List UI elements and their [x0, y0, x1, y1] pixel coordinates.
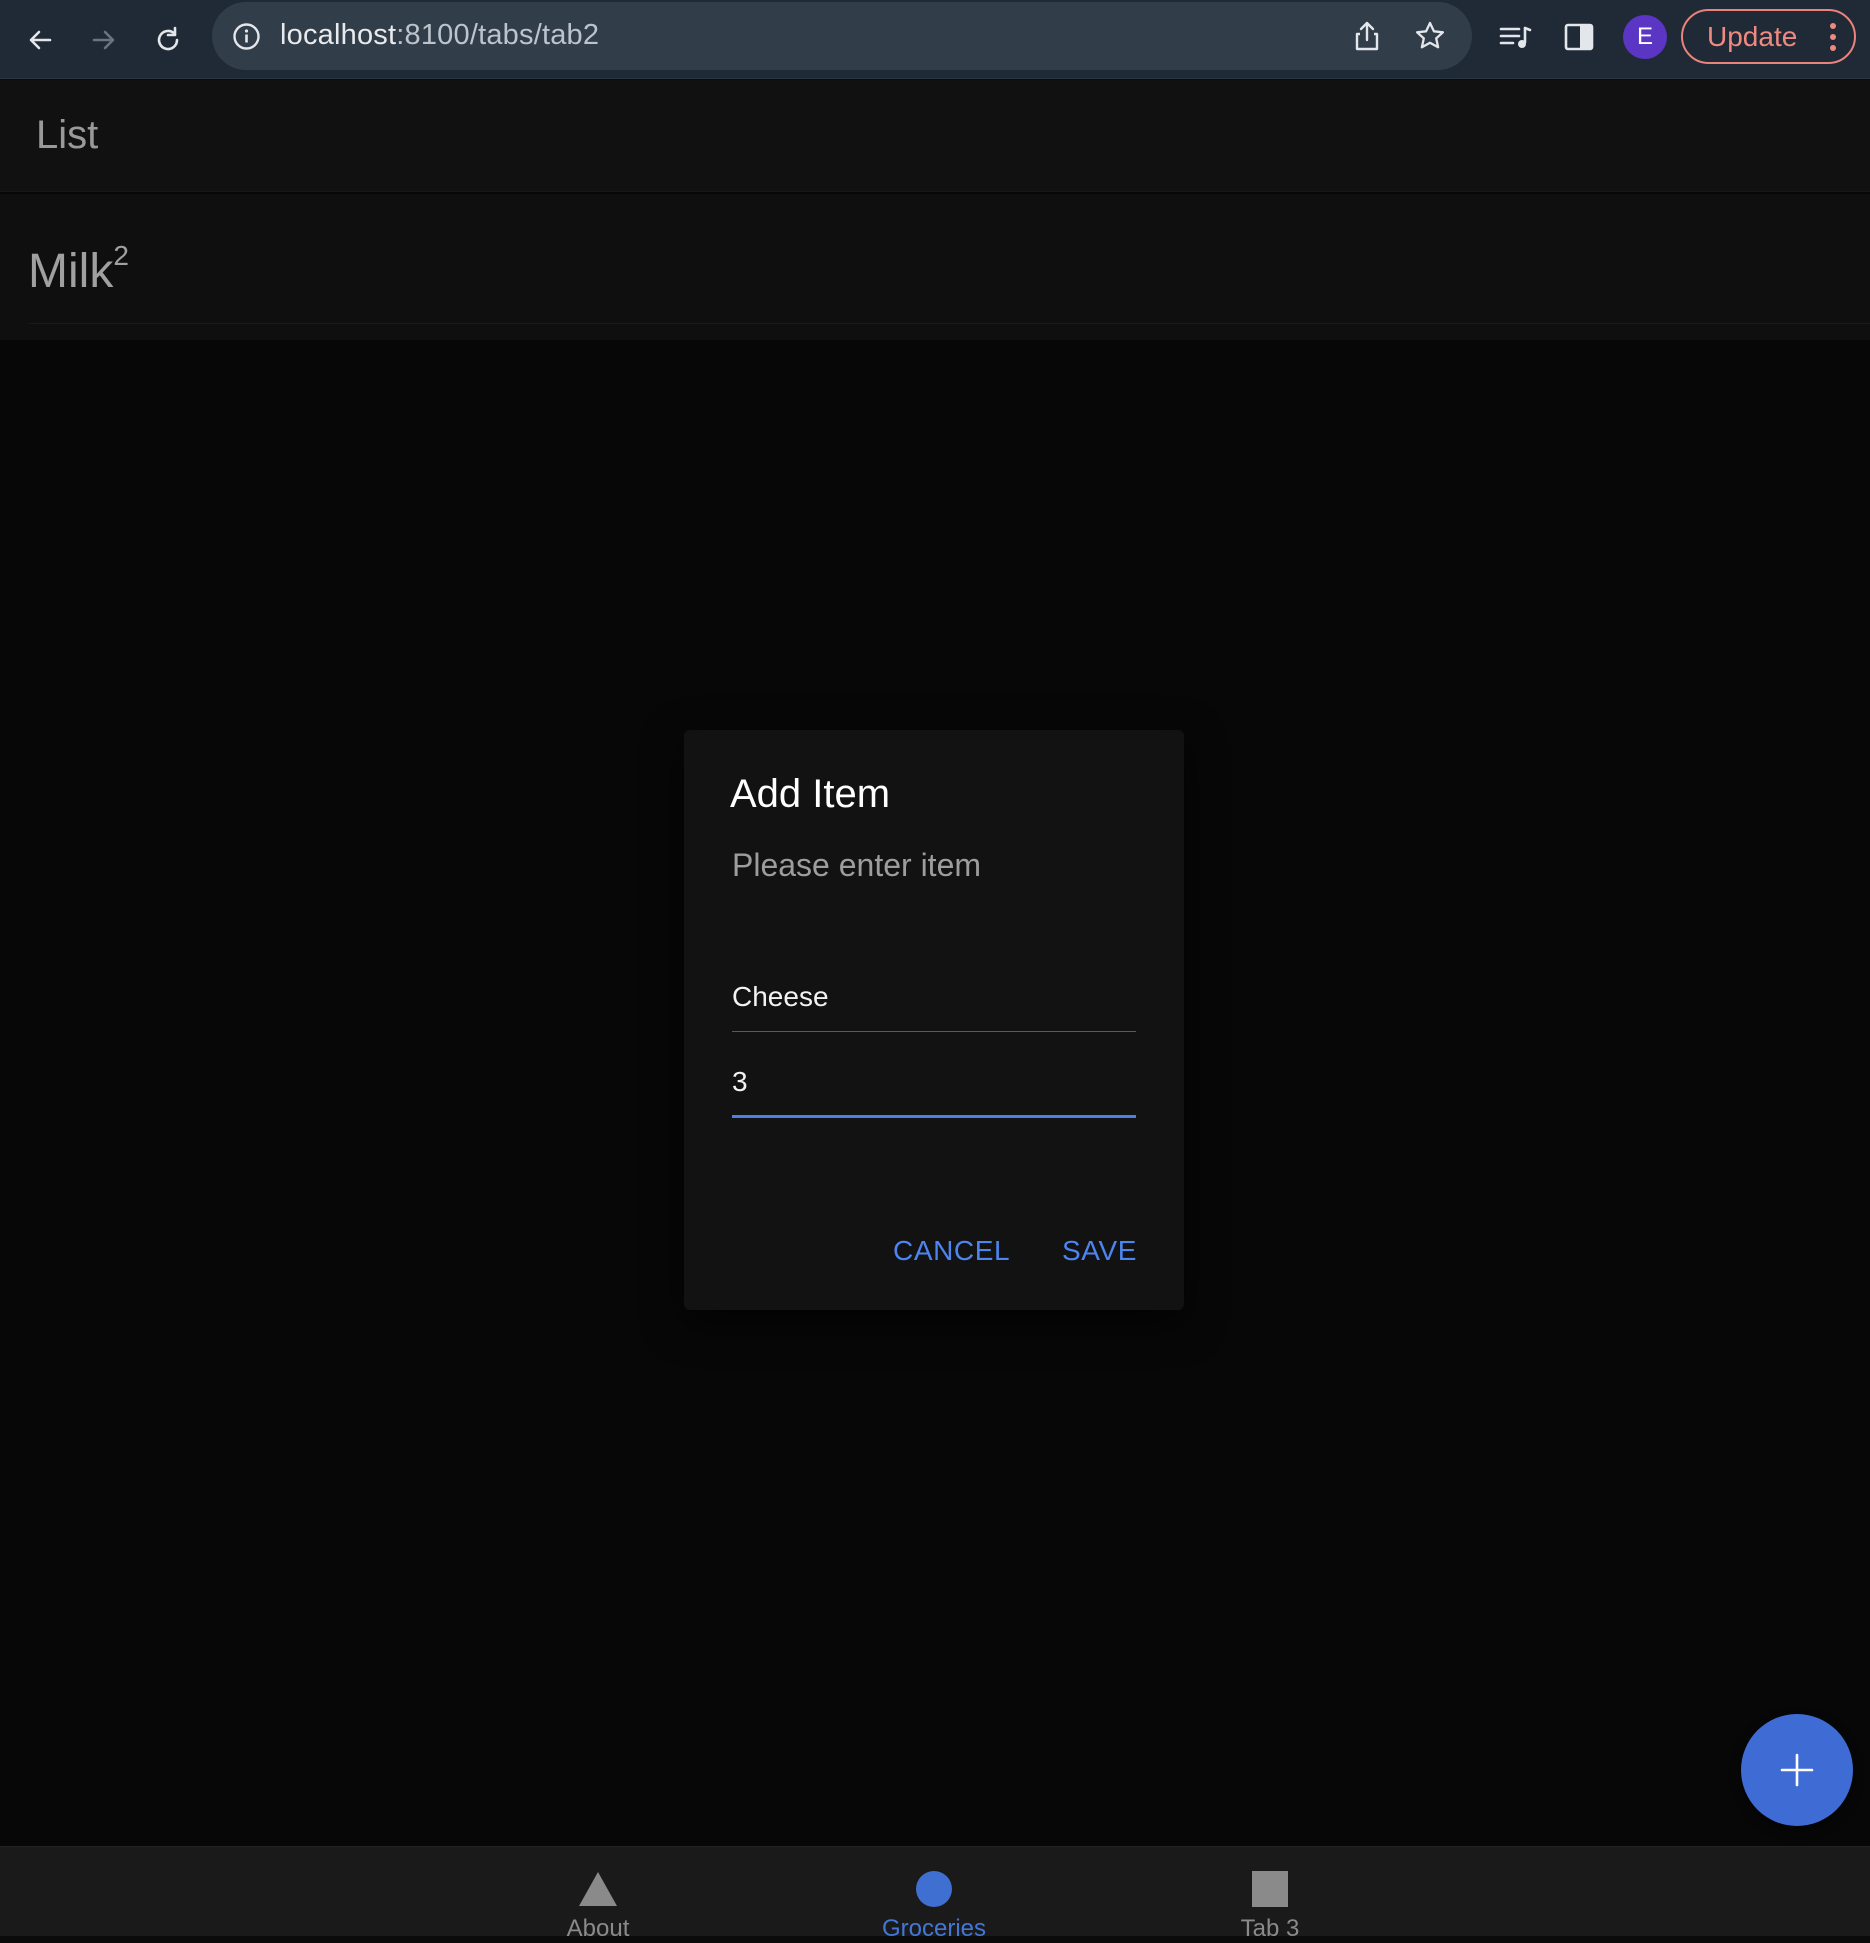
- arrow-right-icon: [92, 30, 115, 50]
- ellipse-icon: [916, 1871, 952, 1907]
- cancel-button[interactable]: CANCEL: [893, 1235, 1010, 1267]
- save-button[interactable]: SAVE: [1062, 1235, 1137, 1267]
- forward-button[interactable]: [78, 14, 130, 66]
- url-path: :8100/tabs/tab2: [396, 19, 600, 51]
- add-item-fab[interactable]: [1741, 1714, 1853, 1826]
- reload-icon: [157, 26, 179, 51]
- tab-label: Tab 3: [1240, 1915, 1300, 1942]
- tab-label: About: [566, 1915, 630, 1942]
- address-bar[interactable]: localhost:8100/tabs/tab2: [212, 2, 1472, 70]
- tab-groceries[interactable]: Groceries: [834, 1847, 1034, 1942]
- dialog-title: Add Item: [730, 772, 891, 816]
- arrow-left-icon: [29, 30, 52, 50]
- bookmark-star-icon[interactable]: [1414, 20, 1446, 52]
- tab-3[interactable]: Tab 3: [1170, 1847, 1370, 1942]
- tab-label: Groceries: [881, 1915, 987, 1942]
- browser-toolbar: localhost:8100/tabs/tab2 E Update: [0, 0, 1870, 79]
- tab-about[interactable]: About: [498, 1847, 698, 1942]
- dialog-message: Please enter item: [732, 847, 982, 883]
- triangle-icon: [579, 1872, 617, 1906]
- update-label: Update: [1707, 20, 1798, 52]
- item-name-input[interactable]: [732, 962, 1136, 1032]
- square-icon: [1252, 1871, 1288, 1907]
- profile-avatar[interactable]: E: [1623, 15, 1667, 59]
- plus-icon: [1780, 1753, 1814, 1787]
- info-icon[interactable]: [232, 22, 261, 51]
- side-panel-icon[interactable]: [1562, 20, 1596, 54]
- back-button[interactable]: [14, 14, 66, 66]
- item-quantity-input[interactable]: [732, 1048, 1136, 1118]
- url-text: localhost:8100/tabs/tab2: [280, 19, 599, 52]
- media-queue-icon[interactable]: [1498, 20, 1532, 54]
- tab-bar: About Groceries Tab 3: [0, 1846, 1870, 1942]
- share-icon[interactable]: [1352, 20, 1382, 52]
- add-item-dialog: Add Item Please enter item CANCEL SAVE: [684, 730, 1184, 1310]
- reload-button[interactable]: [142, 14, 194, 66]
- url-host: localhost: [280, 19, 397, 51]
- more-options-icon: [1830, 23, 1836, 53]
- update-button[interactable]: Update: [1681, 9, 1856, 64]
